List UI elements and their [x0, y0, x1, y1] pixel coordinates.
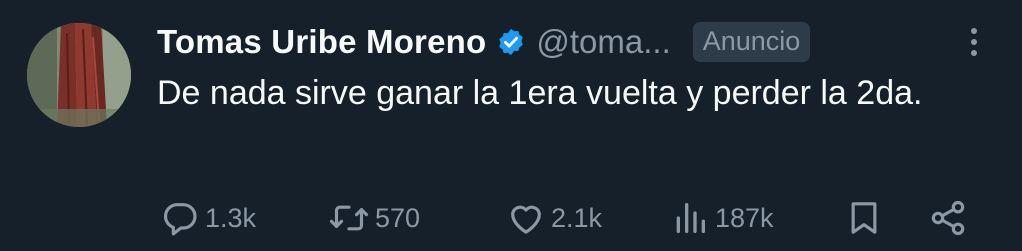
reply-icon [163, 203, 197, 236]
retweet-icon [329, 205, 369, 231]
avatar[interactable] [27, 23, 131, 127]
reply-count: 1.3k [205, 202, 257, 233]
author-handle[interactable]: @toma... [536, 23, 670, 61]
share-icon [931, 200, 965, 236]
views-chart-icon [676, 203, 705, 233]
like-count: 2.1k [551, 202, 603, 233]
reply-button[interactable]: 1.3k [160, 196, 256, 240]
bookmark-button[interactable] [844, 196, 884, 240]
like-button[interactable]: 2.1k [506, 196, 602, 240]
retweet-button[interactable]: 570 [328, 196, 420, 240]
verified-badge-icon [499, 28, 524, 56]
share-button[interactable] [928, 196, 968, 240]
views-button[interactable]: 187k [670, 196, 774, 240]
author-name[interactable]: Tomas Uribe Moreno [157, 23, 486, 61]
tweet-text: De nada sirve ganar la 1era vuelta y per… [157, 74, 923, 112]
retweet-count: 570 [375, 202, 421, 233]
view-count: 187k [715, 202, 774, 233]
action-bar: 1.3k 570 2.1k 187k [160, 196, 1022, 240]
more-vertical-icon[interactable] [970, 28, 978, 62]
heart-icon [511, 205, 541, 234]
bookmark-icon [851, 202, 877, 234]
tweet-card[interactable]: Tomas Uribe Moreno @toma... Anuncio De n… [0, 0, 1022, 251]
ad-badge: Anuncio [692, 22, 811, 62]
tweet-header: Tomas Uribe Moreno @toma... Anuncio [157, 20, 1002, 64]
